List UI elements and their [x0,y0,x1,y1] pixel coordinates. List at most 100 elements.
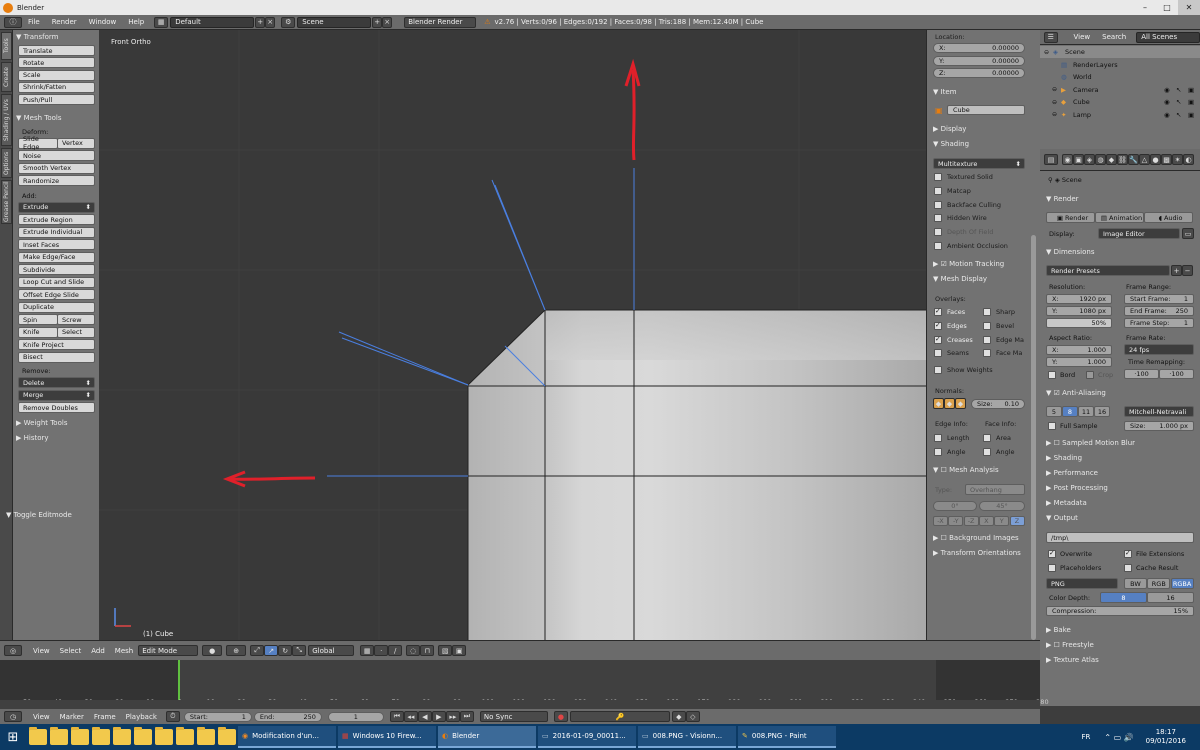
jump-start-icon[interactable]: ⏮ [389,711,404,722]
folder-icon[interactable] [29,727,47,745]
scene-icon[interactable]: ⚙ [281,16,296,28]
record-icon[interactable]: ● [553,711,568,722]
tool-slide-edge-button[interactable]: Slide Edge [18,135,58,151]
close-button[interactable]: ✕ [1178,0,1200,15]
prev-key-icon[interactable]: ◂◂ [403,711,418,722]
scene-tab-icon[interactable]: ◈ [1084,154,1095,165]
material-tab-icon[interactable]: ● [1150,154,1161,165]
location-x-field[interactable]: X: 0.00000 [933,43,1025,53]
vertex-select-icon[interactable]: · [374,645,389,656]
file-format-select[interactable]: PNG [1046,578,1118,589]
tool-make-edge-face-button[interactable]: Make Edge/Face [18,251,95,263]
axis-x-button[interactable]: X [978,516,994,526]
shading-mode-icon[interactable]: ● [202,645,223,656]
shading-option-checkbox[interactable] [934,200,942,209]
tool-noise-button[interactable]: Noise [18,150,95,161]
overwrite-checkbox[interactable] [1048,549,1056,558]
cache-result-checkbox[interactable] [1124,564,1132,572]
extrude-select[interactable]: Extrude ⬍ [18,201,95,213]
tab-options[interactable]: Options [1,148,12,178]
resolution-x-field[interactable]: 1920 px X: [1046,294,1112,304]
merge-select[interactable]: Merge ⬍ [18,389,95,401]
render-camera-icon[interactable]: ▣ [1188,98,1194,106]
scene-add-icon[interactable]: + [372,16,383,28]
overlay-checkbox[interactable] [983,321,991,330]
selectable-arrow-icon[interactable]: ↖ [1176,86,1181,94]
preview-range-icon[interactable]: ⏱ [165,711,180,722]
delete-keyframe-icon[interactable]: ◇ [685,711,700,722]
tray-icons[interactable]: ⌃ ▭ 🔊 [1104,733,1133,742]
taskbar-screenshot[interactable]: ▭ 2016-01-09_00011... [538,726,636,748]
mesh-display-panel-header[interactable]: ▼ Mesh Display [933,275,987,283]
color-mode-bw-button[interactable]: BW [1124,578,1147,589]
viewport-canvas[interactable] [99,30,926,640]
render-render-button[interactable]: ▣ Render [1046,212,1095,223]
scene-remove-icon[interactable]: × [382,16,393,28]
collapsed-panel-header[interactable]: ▶ ☐ Sampled Motion Blur [1046,439,1135,447]
snap-icon[interactable]: ⊓ [420,645,435,656]
display-select[interactable]: Image Editor [1098,228,1180,239]
current-frame-line[interactable] [178,660,180,700]
tool-vertex-button[interactable]: Vertex [57,137,95,149]
object-tab-icon[interactable]: ◆ [1106,154,1117,165]
shading-option-checkbox[interactable] [934,228,942,237]
normals-size-field[interactable]: Size: 0.10 [971,399,1025,409]
placeholders-checkbox[interactable] [1048,564,1056,572]
selectable-arrow-icon[interactable]: ↖ [1176,98,1181,106]
render-panel-header[interactable]: ▼ Render [1046,195,1079,203]
full-sample-checkbox[interactable] [1048,422,1056,430]
tool-subdivide-button[interactable]: Subdivide [18,264,95,275]
aa-samples-16-button[interactable]: 16 [1094,406,1110,417]
edge-select-icon[interactable]: / [388,645,403,656]
timeline[interactable]: -50-40-30-20-100102030405060708090100110… [0,660,1049,706]
aspect-y-field[interactable]: 1.000 Y: [1046,357,1112,367]
jump-end-icon[interactable]: ⏭ [459,711,474,722]
analysis-type-select[interactable]: Overhang [965,484,1025,495]
angle-max-field[interactable]: 45° [979,501,1025,511]
color-depth-8-button[interactable]: 8 [1100,592,1147,603]
axis-z-button[interactable]: Z [1009,516,1025,526]
preset-add-icon[interactable]: + [1171,265,1182,276]
outliner-type-icon[interactable]: ☰ [1044,31,1058,43]
proportional-edit-icon[interactable]: ◌ [406,645,421,656]
shading-mode-select[interactable]: Multitexture ⬍ [933,158,1025,169]
keying-set-field[interactable]: 🔑 [569,711,670,722]
tab-tools[interactable]: Tools [1,32,12,60]
tab-shading-uvs[interactable]: Shading / UVs [1,94,12,146]
next-key-icon[interactable]: ▸▸ [445,711,460,722]
particles-tab-icon[interactable]: ✶ [1172,154,1183,165]
end-frame-field[interactable]: End: 250 [253,711,322,722]
show-weights-checkbox[interactable] [934,366,942,374]
world-tab-icon[interactable]: ◍ [1095,154,1106,165]
render-tab-icon[interactable]: ◉ [1062,154,1073,165]
tool-push-pull-button[interactable]: Push/Pull [18,94,95,106]
outliner-row[interactable]: ◍ World [1040,71,1200,83]
bake-panel-header[interactable]: ▶ Bake [1046,626,1071,634]
dimensions-panel-header[interactable]: ▼ Dimensions [1046,248,1094,256]
play-reverse-icon[interactable]: ◀ [417,711,432,722]
sync-select[interactable]: No Sync [479,711,548,722]
preset-remove-icon[interactable]: − [1182,265,1193,276]
taskbar-blender[interactable]: ◐ Blender [438,726,536,748]
visibility-eye-icon[interactable]: ◉ [1164,98,1170,106]
folder-icon[interactable] [71,727,89,745]
color-mode-rgba-button[interactable]: RGBA [1170,578,1194,589]
tool-loop-cut-and-slide-button[interactable]: Loop Cut and Slide [18,276,95,288]
shading-option-checkbox[interactable] [934,173,942,181]
layout-icon[interactable]: ▦ [154,16,169,28]
manipulator-icon[interactable]: ⤢ [250,645,265,656]
tl-menu-frame[interactable]: Frame [89,713,121,721]
3d-viewport[interactable]: Front Ortho (1) Cube [99,30,926,640]
data-tab-icon[interactable]: △ [1139,154,1150,165]
edge-info-checkbox[interactable] [934,448,942,456]
shading-option-checkbox[interactable] [934,186,942,195]
tool-shrink-fatten-button[interactable]: Shrink/Fatten [18,81,95,93]
insert-keyframe-icon[interactable]: ◆ [671,711,686,722]
aa-filter-select[interactable]: Mitchell-Netravali [1124,406,1194,417]
item-name-field[interactable]: Cube [947,105,1025,115]
expand-icon[interactable]: ⊖ [1052,111,1061,118]
start-frame-field[interactable]: Start: 1 [183,711,252,722]
texture-tab-icon[interactable]: ▩ [1161,154,1172,165]
tl-menu-playback[interactable]: Playback [121,713,162,721]
tool-randomize-button[interactable]: Randomize [18,175,95,186]
